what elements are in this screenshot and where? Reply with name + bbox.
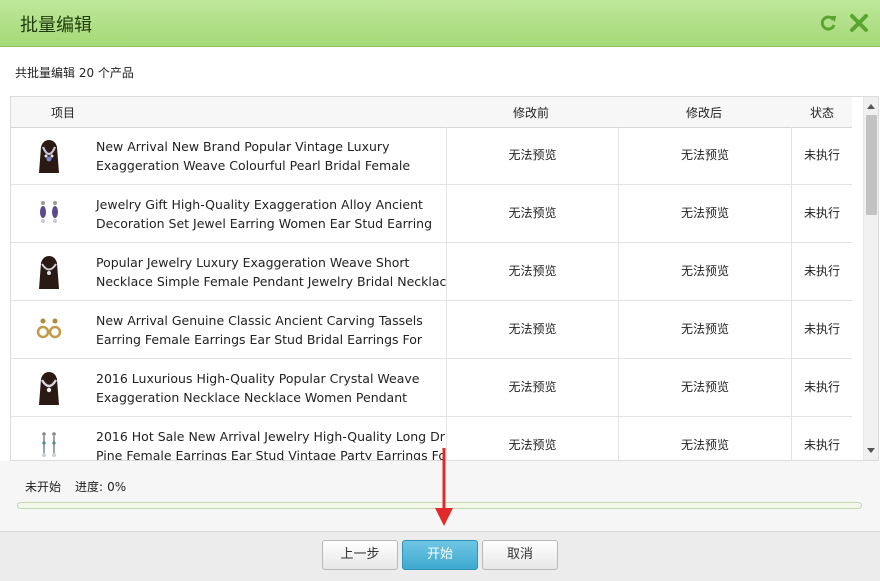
table-row[interactable]: Popular Jewelry Luxury Exaggeration Weav…	[11, 243, 852, 301]
red-arrow-annotation-icon	[435, 448, 453, 526]
table-header: 项目 修改前 修改后 状态	[11, 97, 852, 128]
product-name-line: 2016 Hot Sale New Arrival Jewelry High-Q…	[96, 429, 447, 444]
cancel-button[interactable]: 取消	[482, 540, 558, 570]
product-name-line: Exaggeration Necklace Necklace Women Pen…	[96, 390, 408, 405]
edit-summary: 共批量编辑 20 个产品	[15, 66, 134, 80]
product-name-line: Pine Female Earrings Ear Stud Vintage Pa…	[96, 448, 447, 461]
run-status: 未开始	[25, 480, 62, 494]
product-name-line: New Arrival Genuine Classic Ancient Carv…	[96, 313, 423, 328]
table-row[interactable]: New Arrival New Brand Popular Vintage Lu…	[11, 127, 852, 185]
status-value: 未执行	[803, 438, 840, 452]
product-name-line: Necklace Simple Female Pendant Jewelry B…	[96, 274, 447, 289]
refresh-icon[interactable]	[817, 12, 839, 34]
earring-icon	[11, 417, 86, 460]
product-name-line: Exaggeration Weave Colourful Pearl Brida…	[96, 158, 411, 173]
product-name: Popular Jewelry Luxury Exaggeration Weav…	[86, 243, 447, 300]
progress-status: 未开始 进度: 0%	[25, 478, 140, 495]
product-name-line: Jewelry Gift High-Quality Exaggeration A…	[96, 197, 423, 212]
header-before: 修改前	[513, 106, 550, 120]
product-name-line: 2016 Luxurious High-Quality Popular Crys…	[96, 371, 420, 386]
table-row[interactable]: Jewelry Gift High-Quality Exaggeration A…	[11, 185, 852, 243]
previous-step-button[interactable]: 上一步	[322, 540, 398, 570]
after-value: 无法预览	[619, 243, 792, 300]
product-name: 2016 Hot Sale New Arrival Jewelry High-Q…	[86, 417, 447, 461]
earring-icon	[11, 301, 86, 358]
progress-percent: 0%	[107, 480, 127, 494]
product-table: 项目 修改前 修改后 状态 New Arrival New Brand Popu…	[10, 96, 879, 461]
header-status: 状态	[810, 106, 835, 120]
status-value: 未执行	[803, 264, 840, 278]
table-body: New Arrival New Brand Popular Vintage Lu…	[11, 127, 852, 461]
status-value: 未执行	[803, 206, 840, 220]
necklace-icon	[11, 127, 86, 184]
dialog-footer: 上一步 开始 取消	[0, 531, 880, 581]
earring-icon	[11, 185, 86, 242]
after-value: 无法预览	[619, 301, 792, 358]
necklace-icon	[11, 243, 86, 300]
after-value: 无法预览	[619, 417, 792, 460]
dialog-title: 批量编辑	[20, 15, 92, 36]
progress-label: 进度:	[75, 480, 104, 494]
before-value: 无法预览	[447, 185, 619, 242]
before-value: 无法预览	[447, 417, 619, 460]
status-value: 未执行	[803, 148, 840, 162]
table-scrollbar[interactable]	[863, 97, 878, 460]
scroll-down-arrow-icon[interactable]	[867, 448, 875, 453]
before-value: 无法预览	[447, 243, 619, 300]
header-item: 项目	[51, 106, 76, 120]
after-value: 无法预览	[619, 127, 792, 184]
before-value: 无法预览	[447, 127, 619, 184]
close-icon[interactable]	[848, 12, 870, 34]
before-value: 无法预览	[447, 301, 619, 358]
header-after: 修改后	[686, 106, 723, 120]
table-row[interactable]: New Arrival Genuine Classic Ancient Carv…	[11, 301, 852, 359]
product-name: 2016 Luxurious High-Quality Popular Crys…	[86, 359, 447, 416]
product-name-line: Popular Jewelry Luxury Exaggeration Weav…	[96, 255, 410, 270]
product-name-line: Decoration Set Jewel Earring Women Ear S…	[96, 216, 433, 231]
before-value: 无法预览	[447, 359, 619, 416]
start-button[interactable]: 开始	[402, 540, 478, 570]
product-name: New Arrival Genuine Classic Ancient Carv…	[86, 301, 447, 358]
scroll-thumb[interactable]	[866, 115, 877, 215]
product-name: Jewelry Gift High-Quality Exaggeration A…	[86, 185, 447, 242]
status-value: 未执行	[803, 322, 840, 336]
product-name-line: New Arrival New Brand Popular Vintage Lu…	[96, 139, 390, 154]
product-name-line: Earring Female Earrings Ear Stud Bridal …	[96, 332, 423, 347]
necklace-icon	[11, 359, 86, 416]
product-name: New Arrival New Brand Popular Vintage Lu…	[86, 127, 447, 184]
scroll-up-arrow-icon[interactable]	[867, 104, 875, 109]
after-value: 无法预览	[619, 185, 792, 242]
table-row[interactable]: 2016 Luxurious High-Quality Popular Crys…	[11, 359, 852, 417]
status-value: 未执行	[803, 380, 840, 394]
dialog-header: 批量编辑	[0, 0, 880, 47]
after-value: 无法预览	[619, 359, 792, 416]
